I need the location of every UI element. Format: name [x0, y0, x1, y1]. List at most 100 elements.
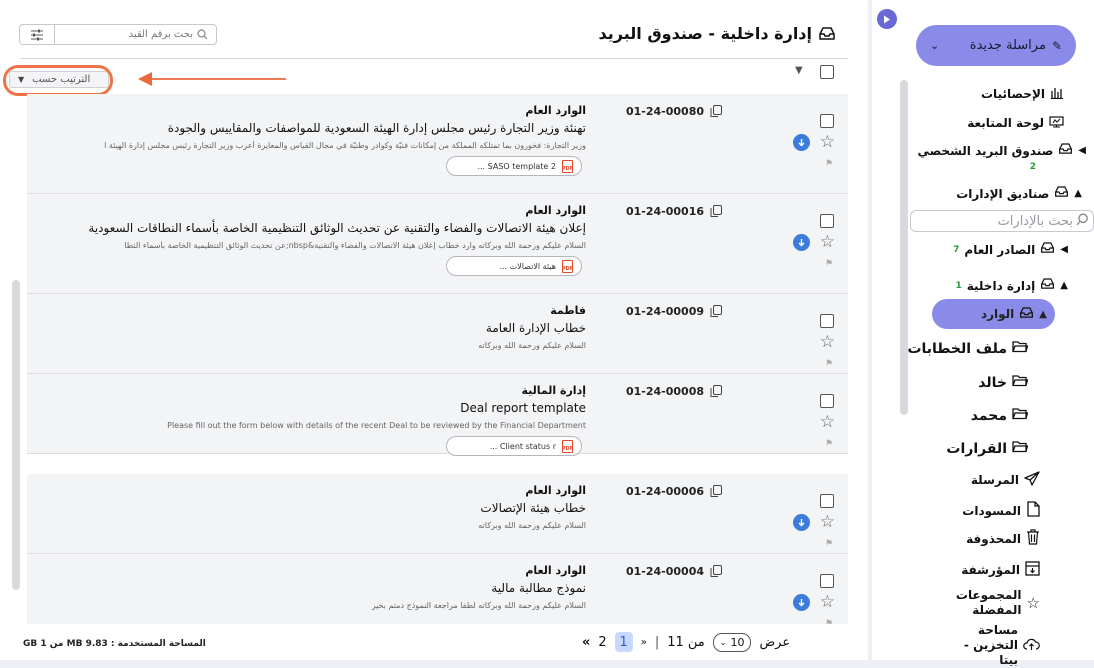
- row-subject: خطاب الإدارة العامة: [485, 321, 586, 335]
- download-icon[interactable]: [793, 594, 810, 611]
- row-checkbox[interactable]: [820, 494, 834, 508]
- star-icon[interactable]: ☆: [820, 234, 835, 251]
- sidebar-item-incoming[interactable]: ▲ الوارد: [932, 299, 1055, 329]
- sidebar-item-general-outbox[interactable]: ◀ الصادر العام 7: [953, 242, 1068, 257]
- sidebar-item-sent[interactable]: المرسلة: [971, 471, 1040, 489]
- sidebar-item-storage-beta[interactable]: مساحة التخزين - بيتا: [954, 623, 1040, 668]
- bar-chart-icon: [1050, 86, 1064, 102]
- sidebar-item-label: المسودات: [962, 503, 1021, 518]
- attachment-name: Client status r ...: [489, 441, 556, 451]
- row-preview: Please fill out the form below with deta…: [167, 421, 586, 430]
- inbox-icon: [1040, 242, 1055, 257]
- flag-icon[interactable]: ⚑: [825, 439, 833, 449]
- row-number: 01-24-00004: [626, 565, 723, 578]
- copy-icon[interactable]: [710, 205, 723, 218]
- copy-icon[interactable]: [710, 485, 723, 498]
- sidebar-item-archived[interactable]: المؤرشفة: [961, 561, 1040, 579]
- copy-icon[interactable]: [710, 105, 723, 118]
- pagination: « 2 1 » | من 11 ⌄ 10 عرض: [582, 632, 790, 652]
- attachment-chip[interactable]: PDF Client status r ...: [446, 436, 582, 456]
- sidebar-item-folder-mohammed[interactable]: محمد: [970, 407, 1029, 424]
- sidebar-item-favorite-groups[interactable]: ☆ المجموعات المفضلة: [955, 588, 1040, 618]
- row-checkbox[interactable]: [820, 214, 834, 228]
- filter-settings-button[interactable]: [19, 24, 55, 45]
- sidebar-item-dashboard[interactable]: لوحة المتابعة: [967, 114, 1064, 131]
- sidebar-item-folder-khaled[interactable]: خالد: [978, 374, 1029, 391]
- star-icon[interactable]: ☆: [820, 334, 835, 351]
- page-2-button[interactable]: 2: [598, 635, 606, 650]
- attachment-chip[interactable]: PDF هيئة الاتصالات ...: [446, 256, 582, 276]
- first-page-button[interactable]: «: [582, 635, 590, 650]
- chevron-down-icon: ⌄: [719, 637, 727, 647]
- department-search-input[interactable]: بحث بالإدارات: [910, 210, 1094, 232]
- row-subject: إعلان هيئة الاتصالات والفضاء والتقنية عن…: [88, 221, 586, 235]
- sidebar-item-label: المؤرشفة: [961, 563, 1020, 577]
- download-icon[interactable]: [793, 234, 810, 251]
- new-mail-label: مراسلة جديدة: [969, 38, 1046, 53]
- select-all-checkbox[interactable]: [820, 65, 834, 79]
- download-icon[interactable]: [793, 134, 810, 151]
- mail-row[interactable]: ☆ ⚑ 01-24-00008 إدارة المالية Deal repor…: [27, 374, 848, 456]
- inbox-icon: [818, 26, 836, 41]
- per-page-select[interactable]: ⌄ 10: [712, 632, 752, 652]
- mail-row[interactable]: ☆ ⚑ 01-24-00006 الوارد العام خطاب هيئة ا…: [27, 474, 848, 554]
- pencil-icon: ✎: [1051, 38, 1062, 53]
- mail-row[interactable]: ☆ ⚑ 01-24-00009 فاطمة خطاب الإدارة العام…: [27, 294, 848, 374]
- row-subject: خطاب هيئة الإتصالات: [480, 501, 586, 515]
- row-preview: وزير التجارة: فخورون بما تمتلكه المملكة …: [104, 141, 586, 150]
- download-icon[interactable]: [793, 514, 810, 531]
- entry-number: 01-24-00009: [626, 305, 705, 318]
- sidebar-item-label: المحذوفة: [966, 531, 1021, 546]
- mail-row[interactable]: ☆ ⚑ 01-24-00016 الوارد العام إعلان هيئة …: [27, 194, 848, 294]
- flag-icon[interactable]: ⚑: [825, 619, 833, 624]
- star-icon[interactable]: ☆: [820, 414, 835, 431]
- sidebar-item-statistics[interactable]: الإحصائيات: [981, 86, 1064, 102]
- copy-icon[interactable]: [710, 385, 723, 398]
- flag-icon[interactable]: ⚑: [825, 359, 833, 369]
- star-icon[interactable]: ☆: [820, 594, 835, 611]
- star-icon[interactable]: ☆: [820, 514, 835, 531]
- sidebar-item-label: المجموعات المفضلة: [955, 588, 1022, 617]
- sidebar-item-label: محمد: [970, 407, 1007, 424]
- copy-icon[interactable]: [710, 565, 723, 578]
- row-checkbox[interactable]: [820, 574, 834, 588]
- sidebar-item-decisions[interactable]: القرارات: [946, 440, 1029, 457]
- sidebar-item-label: الوارد: [980, 307, 1015, 321]
- new-mail-button[interactable]: ✎ مراسلة جديدة ⌄: [916, 25, 1076, 66]
- mail-row[interactable]: ☆ ⚑ 01-24-00080 الوارد العام تهنئة وزير …: [27, 94, 848, 194]
- flag-icon[interactable]: ⚑: [825, 259, 833, 269]
- row-checkbox[interactable]: [820, 394, 834, 408]
- flag-icon[interactable]: ⚑: [825, 539, 833, 549]
- attachment-name: هيئة الاتصالات ...: [499, 261, 556, 271]
- sidebar-item-deleted[interactable]: المحذوفة: [966, 529, 1040, 548]
- sidebar-scrollbar[interactable]: [900, 80, 908, 415]
- sidebar-item-personal-inbox[interactable]: ◀ صندوق البريد الشخصي: [917, 143, 1086, 158]
- sidebar-item-drafts[interactable]: المسودات: [962, 501, 1040, 520]
- row-checkbox[interactable]: [820, 314, 834, 328]
- attachment-chip[interactable]: PDF SASO template 2 ...: [446, 156, 582, 176]
- next-page-button[interactable]: »: [641, 637, 647, 648]
- sidebar-item-label: صناديق الإدارات: [956, 186, 1050, 201]
- sidebar-item-letters-folder[interactable]: ملف الخطابات: [907, 340, 1029, 357]
- flag-icon[interactable]: ⚑: [825, 159, 833, 169]
- page-count: من 11: [667, 634, 705, 650]
- current-page-button[interactable]: 1: [614, 632, 633, 652]
- entry-number: 01-24-00006: [626, 485, 705, 498]
- sidebar-toggle-button[interactable]: [877, 9, 897, 29]
- dashboard-icon: [1049, 114, 1064, 131]
- list-scrollbar[interactable]: [12, 280, 20, 590]
- row-subject: نموذج مطالبة مالية: [491, 581, 586, 595]
- folder-open-icon: [1012, 374, 1029, 391]
- copy-icon[interactable]: [710, 305, 723, 318]
- mail-row[interactable]: ☆ ⚑ 01-24-00004 الوارد العام نموذج مطالب…: [27, 554, 848, 624]
- caret-up-icon: ▲: [1060, 280, 1068, 291]
- select-options-caret-icon[interactable]: ▼: [795, 65, 803, 76]
- row-checkbox[interactable]: [820, 114, 834, 128]
- star-icon[interactable]: ☆: [820, 134, 835, 151]
- play-icon: [884, 15, 890, 23]
- count-badge: 7: [953, 244, 960, 255]
- row-sender: الوارد العام: [525, 104, 586, 117]
- sidebar-item-dept-boxes[interactable]: ▲ صناديق الإدارات: [956, 186, 1082, 201]
- sidebar-item-internal-admin[interactable]: ▲ إدارة داخلية 1: [955, 278, 1068, 293]
- sliders-icon: [30, 29, 44, 41]
